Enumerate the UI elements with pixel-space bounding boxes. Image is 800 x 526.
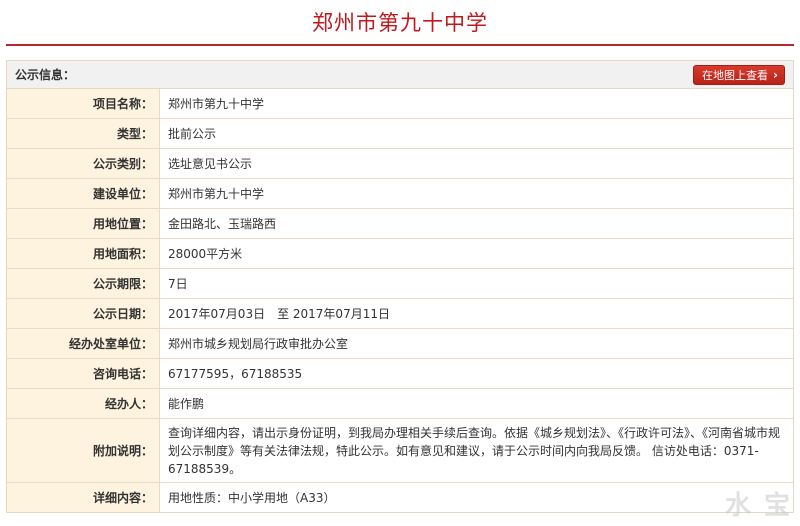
table-row: 用地面积： 28000平方米 (7, 238, 793, 269)
field-value: 郑州市第九十中学 (159, 178, 793, 209)
field-label: 建设单位： (7, 178, 160, 209)
table-row: 类型： 批前公示 (7, 118, 793, 149)
page-title: 郑州市第九十中学 (312, 11, 488, 35)
field-label: 咨询电话： (7, 358, 160, 389)
page-title-bar: 郑州市第九十中学 (6, 0, 794, 46)
field-value: 67177595，67188535 (159, 358, 793, 389)
table-row: 咨询电话： 67177595，67188535 (7, 358, 793, 389)
field-label: 附加说明： (7, 418, 160, 483)
view-on-map-label: 在地图上查看 (702, 68, 769, 82)
field-label: 公示日期： (7, 298, 160, 329)
field-value: 郑州市城乡规划局行政审批办公室 (159, 328, 793, 359)
table-row: 经办处室单位： 郑州市城乡规划局行政审批办公室 (7, 328, 793, 359)
table-row: 公示日期： 2017年07月03日 至 2017年07月11日 (7, 298, 793, 329)
chevron-right-icon: › (773, 67, 778, 82)
field-label: 用地位置： (7, 208, 160, 239)
info-panel: 公示信息： 在地图上查看 › 项目名称： 郑州市第九十中学 类型： 批前公示 公… (6, 60, 794, 513)
field-label: 经办处室单位： (7, 328, 160, 359)
table-row: 详细内容： 用地性质：中小学用地（A33） (7, 482, 793, 512)
field-value: 2017年07月03日 至 2017年07月11日 (159, 298, 793, 329)
info-table: 项目名称： 郑州市第九十中学 类型： 批前公示 公示类别： 选址意见书公示 建设… (7, 89, 793, 512)
field-label: 公示期限： (7, 268, 160, 299)
table-row: 公示期限： 7日 (7, 268, 793, 299)
field-value: 金田路北、玉瑞路西 (159, 208, 793, 239)
field-label: 用地面积： (7, 238, 160, 269)
field-value: 批前公示 (159, 118, 793, 149)
field-value: 7日 (159, 268, 793, 299)
field-label: 项目名称： (7, 89, 160, 119)
field-label: 详细内容： (7, 482, 160, 512)
field-value: 用地性质：中小学用地（A33） (159, 482, 793, 512)
field-value: 查询详细内容，请出示身份证明，到我局办理相关手续后查询。依据《城乡规划法》、《行… (159, 418, 793, 483)
table-row: 附加说明： 查询详细内容，请出示身份证明，到我局办理相关手续后查询。依据《城乡规… (7, 418, 793, 483)
table-row: 项目名称： 郑州市第九十中学 (7, 89, 793, 119)
table-row: 建设单位： 郑州市第九十中学 (7, 178, 793, 209)
field-value: 郑州市第九十中学 (168, 96, 265, 111)
field-value: 28000平方米 (159, 238, 793, 269)
field-label: 经办人： (7, 388, 160, 419)
panel-header: 公示信息： 在地图上查看 › (7, 61, 793, 89)
table-row: 用地位置： 金田路北、玉瑞路西 (7, 208, 793, 239)
field-value: 能作鹏 (159, 388, 793, 419)
view-on-map-button[interactable]: 在地图上查看 › (693, 64, 785, 85)
watermark-logo: 水 宝 (724, 491, 792, 521)
field-label: 类型： (7, 118, 160, 149)
field-value: 选址意见书公示 (159, 148, 793, 179)
table-row: 公示类别： 选址意见书公示 (7, 148, 793, 179)
table-row: 经办人： 能作鹏 (7, 388, 793, 419)
field-label: 公示类别： (7, 148, 160, 179)
panel-header-label: 公示信息： (15, 68, 76, 82)
